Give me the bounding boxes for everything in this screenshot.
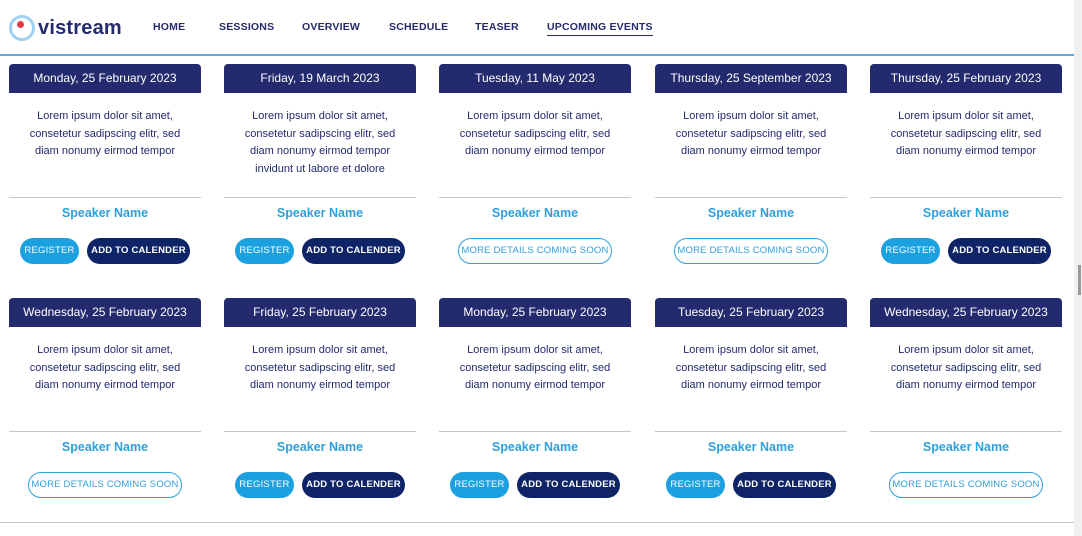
card-divider xyxy=(870,431,1062,432)
speaker-name[interactable]: Speaker Name xyxy=(870,206,1062,220)
speaker-name[interactable]: Speaker Name xyxy=(224,440,416,454)
nav-item-upcoming-events[interactable]: UPCOMING EVENTS xyxy=(547,21,653,36)
more-details-button[interactable]: MORE DETAILS COMING SOON xyxy=(458,238,612,264)
speaker-name[interactable]: Speaker Name xyxy=(224,206,416,220)
event-date: Tuesday, 11 May 2023 xyxy=(439,64,631,93)
event-actions: REGISTER ADD TO CALENDER xyxy=(224,238,416,265)
event-actions: REGISTER ADD TO CALENDER xyxy=(439,472,631,499)
register-button[interactable]: REGISTER xyxy=(450,472,509,498)
more-details-button[interactable]: MORE DETAILS COMING SOON xyxy=(28,472,182,498)
speaker-name[interactable]: Speaker Name xyxy=(655,206,847,220)
scrollbar-thumb[interactable] xyxy=(1078,265,1081,295)
register-button[interactable]: REGISTER xyxy=(235,472,294,498)
event-date: Wednesday, 25 February 2023 xyxy=(9,298,201,327)
register-button[interactable]: REGISTER xyxy=(881,238,940,264)
event-card: Thursday, 25 February 2023 Lorem ipsum do… xyxy=(870,64,1062,289)
nav-item-teaser[interactable]: TEASER xyxy=(475,21,519,33)
event-actions: MORE DETAILS COMING SOON xyxy=(9,472,201,499)
speaker-name[interactable]: Speaker Name xyxy=(655,440,847,454)
event-date: Monday, 25 February 2023 xyxy=(439,298,631,327)
event-card: Friday, 19 March 2023 Lorem ipsum dolor s… xyxy=(224,64,416,289)
add-to-calendar-button[interactable]: ADD TO CALENDER xyxy=(517,472,620,498)
event-card: Tuesday, 25 February 2023 Lorem ipsum dol… xyxy=(655,298,847,523)
event-description: Lorem ipsum dolor sit amet, consetetur s… xyxy=(675,344,827,391)
event-card: Thursday, 25 September 2023 Lorem ipsum d… xyxy=(655,64,847,289)
more-details-button[interactable]: MORE DETAILS COMING SOON xyxy=(889,472,1043,498)
speaker-name[interactable]: Speaker Name xyxy=(9,440,201,454)
nav-item-overview[interactable]: OVERVIEW xyxy=(302,21,360,33)
speaker-name[interactable]: Speaker Name xyxy=(9,206,201,220)
event-actions: MORE DETAILS COMING SOON xyxy=(439,238,631,265)
event-description: Lorem ipsum dolor sit amet, consetetur s… xyxy=(244,110,396,175)
event-description: Lorem ipsum dolor sit amet, consetetur s… xyxy=(459,110,611,157)
nav-item-home[interactable]: HOME xyxy=(153,21,185,33)
event-date: Monday, 25 February 2023 xyxy=(9,64,201,93)
event-actions: REGISTER ADD TO CALENDER xyxy=(224,472,416,499)
logo-icon xyxy=(9,15,35,41)
event-date: Thursday, 25 February 2023 xyxy=(870,64,1062,93)
event-description: Lorem ipsum dolor sit amet, consetetur s… xyxy=(29,344,181,391)
card-divider xyxy=(9,431,201,432)
card-divider xyxy=(439,197,631,198)
event-description: Lorem ipsum dolor sit amet, consetetur s… xyxy=(890,344,1042,391)
nav-item-sessions[interactable]: SESSIONS xyxy=(219,21,274,33)
event-date: Tuesday, 25 February 2023 xyxy=(655,298,847,327)
brand-name: vistream xyxy=(38,16,122,39)
event-actions: REGISTER ADD TO CALENDER xyxy=(655,472,847,499)
event-date: Wednesday, 25 February 2023 xyxy=(870,298,1062,327)
register-button[interactable]: REGISTER xyxy=(235,238,294,264)
register-button[interactable]: REGISTER xyxy=(20,238,79,264)
card-divider xyxy=(655,431,847,432)
event-date: Friday, 25 February 2023 xyxy=(224,298,416,327)
add-to-calendar-button[interactable]: ADD TO CALENDER xyxy=(302,472,405,498)
add-to-calendar-button[interactable]: ADD TO CALENDER xyxy=(948,238,1051,264)
card-divider xyxy=(439,431,631,432)
event-description: Lorem ipsum dolor sit amet, consetetur s… xyxy=(29,110,181,157)
card-divider xyxy=(655,197,847,198)
event-actions: MORE DETAILS COMING SOON xyxy=(655,238,847,265)
add-to-calendar-button[interactable]: ADD TO CALENDER xyxy=(733,472,836,498)
event-description: Lorem ipsum dolor sit amet, consetetur s… xyxy=(459,344,611,391)
event-description: Lorem ipsum dolor sit amet, consetetur s… xyxy=(244,344,396,391)
more-details-button[interactable]: MORE DETAILS COMING SOON xyxy=(674,238,828,264)
add-to-calendar-button[interactable]: ADD TO CALENDER xyxy=(87,238,190,264)
register-button[interactable]: REGISTER xyxy=(666,472,725,498)
event-card: Wednesday, 25 February 2023 Lorem ipsum d… xyxy=(9,298,201,523)
site-header: vistream HOME SESSIONS OVERVIEW SCHEDULE TEA… xyxy=(0,0,1074,56)
event-card: Monday, 25 February 2023 Lorem ipsum dolo… xyxy=(439,298,631,523)
speaker-name[interactable]: Speaker Name xyxy=(439,206,631,220)
card-divider xyxy=(870,197,1062,198)
speaker-name[interactable]: Speaker Name xyxy=(439,440,631,454)
add-to-calendar-button[interactable]: ADD TO CALENDER xyxy=(302,238,405,264)
event-card: Wednesday, 25 February 2023 Lorem ipsum d… xyxy=(870,298,1062,523)
event-card: Tuesday, 11 May 2023 Lorem ipsum dolor si… xyxy=(439,64,631,289)
event-card: Friday, 25 February 2023 Lorem ipsum dolo… xyxy=(224,298,416,523)
event-description: Lorem ipsum dolor sit amet, consetetur s… xyxy=(890,110,1042,157)
event-actions: MORE DETAILS COMING SOON xyxy=(870,472,1062,499)
footer-divider xyxy=(0,522,1074,523)
card-divider xyxy=(224,431,416,432)
event-date: Friday, 19 March 2023 xyxy=(224,64,416,93)
event-actions: REGISTER ADD TO CALENDER xyxy=(9,238,201,265)
card-divider xyxy=(9,197,201,198)
speaker-name[interactable]: Speaker Name xyxy=(870,440,1062,454)
nav-item-schedule[interactable]: SCHEDULE xyxy=(389,21,448,33)
event-date: Thursday, 25 September 2023 xyxy=(655,64,847,93)
event-actions: REGISTER ADD TO CALENDER xyxy=(870,238,1062,265)
event-card: Monday, 25 February 2023 Lorem ipsum dolo… xyxy=(9,64,201,289)
card-divider xyxy=(224,197,416,198)
brand-logo[interactable]: vistream xyxy=(9,14,122,42)
event-description: Lorem ipsum dolor sit amet, consetetur s… xyxy=(675,110,827,157)
